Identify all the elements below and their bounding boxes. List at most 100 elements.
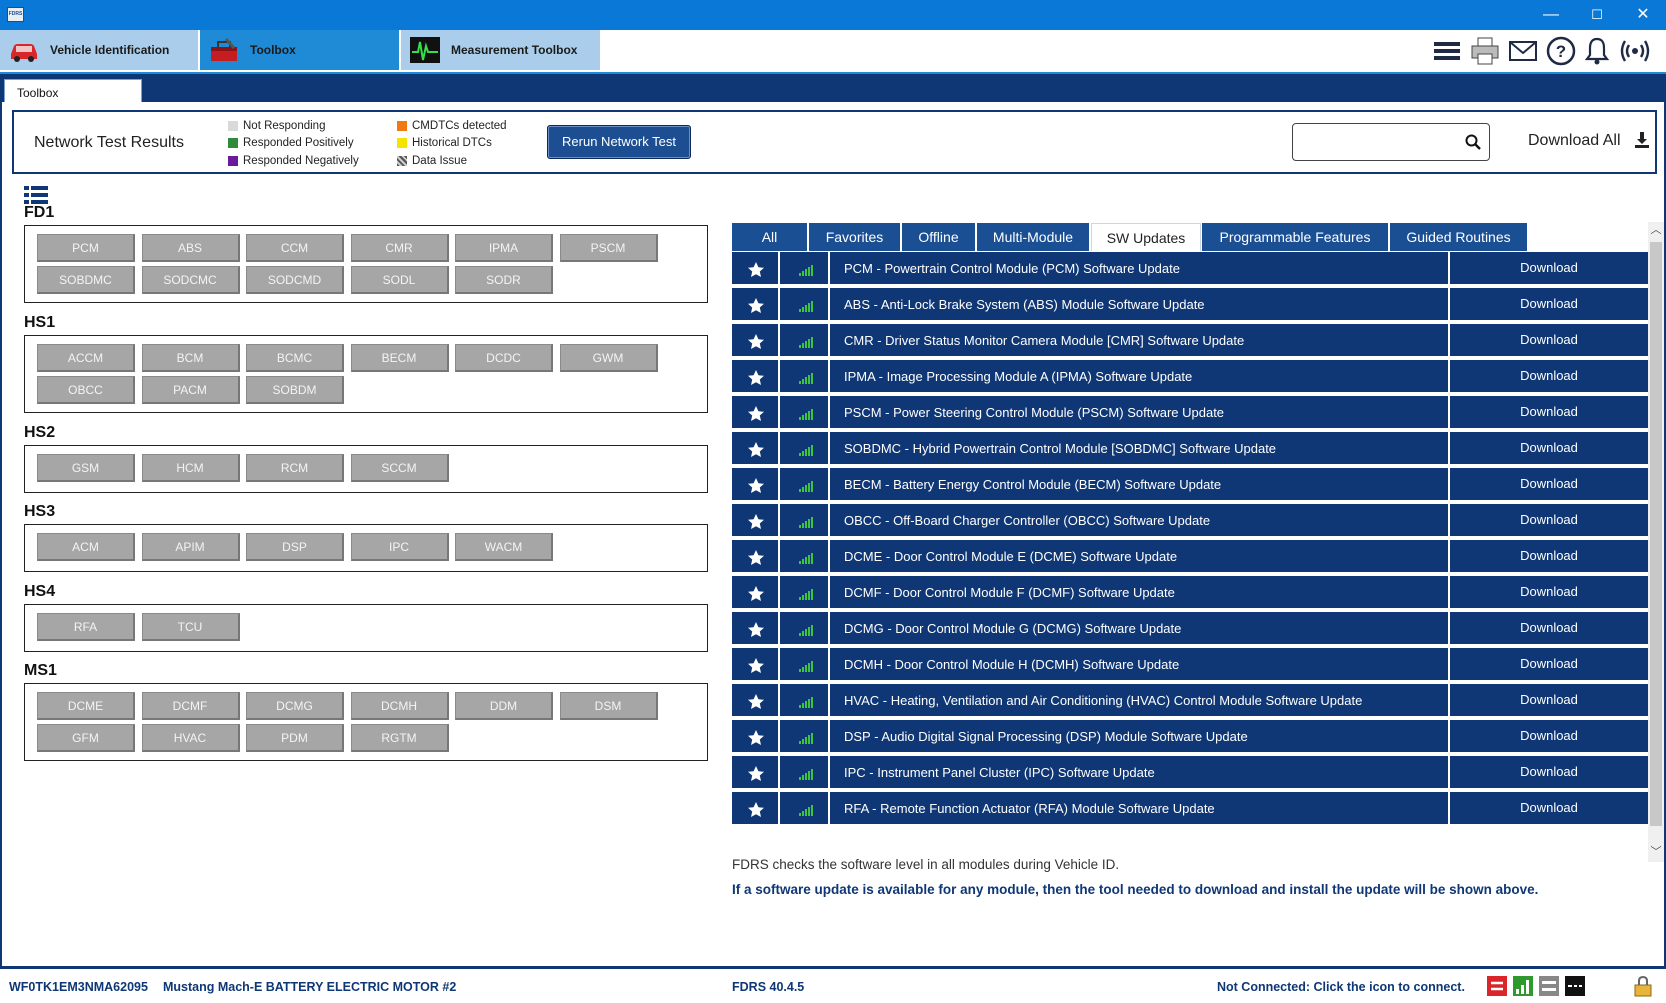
favorite-star-icon[interactable] (732, 288, 780, 322)
module-button-abs[interactable]: ABS (141, 234, 240, 262)
download-icon[interactable] (1634, 131, 1650, 149)
tab-toolbox-inner[interactable]: Toolbox (4, 79, 142, 104)
maximize-button[interactable]: ☐ (1574, 0, 1620, 30)
module-button-dcmg[interactable]: DCMG (246, 692, 344, 720)
module-button-dsm[interactable]: DSM (559, 692, 658, 720)
download-button[interactable]: Download (1448, 792, 1648, 826)
search-icon[interactable] (1465, 134, 1481, 150)
print-icon[interactable] (1470, 36, 1500, 66)
tab-offline[interactable]: Offline (902, 223, 976, 251)
module-button-ccm[interactable]: CCM (246, 234, 344, 262)
download-button[interactable]: Download (1448, 432, 1648, 466)
module-button-sodl[interactable]: SODL (350, 266, 449, 294)
favorite-star-icon[interactable] (732, 360, 780, 394)
mail-icon[interactable] (1508, 36, 1538, 66)
module-button-rfa[interactable]: RFA (37, 613, 135, 641)
module-button-ipc[interactable]: IPC (350, 533, 449, 561)
vci-disconnected-icon[interactable] (1486, 975, 1508, 997)
download-button[interactable]: Download (1448, 720, 1648, 754)
list-view-icon[interactable] (24, 185, 48, 205)
module-button-accm[interactable]: ACCM (37, 344, 135, 372)
download-button[interactable]: Download (1448, 288, 1648, 322)
module-button-sodcmc[interactable]: SODCMC (141, 266, 240, 294)
module-button-gwm[interactable]: GWM (559, 344, 658, 372)
favorite-star-icon[interactable] (732, 648, 780, 682)
module-button-hvac[interactable]: HVAC (141, 724, 240, 752)
module-button-sodcmd[interactable]: SODCMD (246, 266, 344, 294)
tab-vehicle-identification[interactable]: Vehicle Identification (0, 30, 199, 70)
download-button[interactable]: Download (1448, 540, 1648, 574)
download-button[interactable]: Download (1448, 468, 1648, 502)
favorite-star-icon[interactable] (732, 468, 780, 502)
module-button-acm[interactable]: ACM (37, 533, 135, 561)
module-button-bcm[interactable]: BCM (141, 344, 240, 372)
download-button[interactable]: Download (1448, 396, 1648, 430)
download-button[interactable]: Download (1448, 252, 1648, 286)
favorite-star-icon[interactable] (732, 324, 780, 358)
favorite-star-icon[interactable] (732, 432, 780, 466)
tab-toolbox[interactable]: Toolbox (200, 30, 400, 70)
scroll-up-icon[interactable]: ︿ (1648, 222, 1664, 238)
favorite-star-icon[interactable] (732, 504, 780, 538)
module-button-tcu[interactable]: TCU (141, 613, 240, 641)
tab-favorites[interactable]: Favorites (809, 223, 901, 251)
module-button-gsm[interactable]: GSM (37, 454, 135, 482)
scroll-thumb[interactable] (1650, 242, 1662, 826)
module-button-wacm[interactable]: WACM (455, 533, 553, 561)
module-button-dcmh[interactable]: DCMH (350, 692, 449, 720)
tab-programmable-features[interactable]: Programmable Features (1202, 223, 1389, 251)
module-button-ipma[interactable]: IPMA (455, 234, 553, 262)
module-button-apim[interactable]: APIM (141, 533, 240, 561)
download-all-button[interactable]: Download All (1528, 132, 1621, 150)
favorite-star-icon[interactable] (732, 612, 780, 646)
tab-guided-routines[interactable]: Guided Routines (1390, 223, 1528, 251)
search-input[interactable] (1292, 123, 1490, 161)
favorite-star-icon[interactable] (732, 720, 780, 754)
connection-type-icon[interactable] (1564, 975, 1586, 997)
module-button-dcdc[interactable]: DCDC (455, 344, 553, 372)
favorite-star-icon[interactable] (732, 792, 780, 826)
tab-sw-updates[interactable]: SW Updates (1091, 223, 1201, 251)
module-button-gfm[interactable]: GFM (37, 724, 135, 752)
favorite-star-icon[interactable] (732, 684, 780, 718)
module-button-becm[interactable]: BECM (350, 344, 449, 372)
download-button[interactable]: Download (1448, 684, 1648, 718)
module-button-sobdm[interactable]: SOBDM (246, 376, 344, 404)
favorite-star-icon[interactable] (732, 396, 780, 430)
tab-measurement-toolbox[interactable]: Measurement Toolbox (401, 30, 601, 70)
scrollbar[interactable]: ︿ ﹀ (1648, 222, 1664, 862)
module-button-ddm[interactable]: DDM (455, 692, 553, 720)
lock-icon[interactable] (1632, 975, 1654, 997)
menu-icon[interactable] (1432, 36, 1462, 66)
wireless-icon[interactable] (1620, 36, 1650, 66)
module-button-hcm[interactable]: HCM (141, 454, 240, 482)
module-button-dcmf[interactable]: DCMF (141, 692, 240, 720)
module-button-pacm[interactable]: PACM (141, 376, 240, 404)
download-button[interactable]: Download (1448, 612, 1648, 646)
tab-all[interactable]: All (732, 223, 808, 251)
download-button[interactable]: Download (1448, 360, 1648, 394)
favorite-star-icon[interactable] (732, 576, 780, 610)
download-button[interactable]: Download (1448, 576, 1648, 610)
module-button-pdm[interactable]: PDM (246, 724, 344, 752)
module-button-bcmc[interactable]: BCMC (246, 344, 344, 372)
download-button[interactable]: Download (1448, 324, 1648, 358)
download-button[interactable]: Download (1448, 756, 1648, 790)
module-button-dsp[interactable]: DSP (246, 533, 344, 561)
module-button-pcm[interactable]: PCM (37, 234, 135, 262)
module-button-rcm[interactable]: RCM (246, 454, 344, 482)
close-button[interactable]: ✕ (1620, 0, 1666, 30)
device-icon[interactable] (1538, 975, 1560, 997)
scroll-down-icon[interactable]: ﹀ (1648, 844, 1664, 860)
module-button-rgtm[interactable]: RGTM (350, 724, 449, 752)
favorite-star-icon[interactable] (732, 540, 780, 574)
module-button-sodr[interactable]: SODR (455, 266, 553, 294)
tab-multi-module[interactable]: Multi-Module (977, 223, 1090, 251)
download-button[interactable]: Download (1448, 504, 1648, 538)
minimize-button[interactable]: — (1528, 0, 1574, 30)
bell-icon[interactable] (1582, 36, 1612, 66)
module-button-dcme[interactable]: DCME (37, 692, 135, 720)
module-button-pscm[interactable]: PSCM (559, 234, 658, 262)
rerun-network-test-button[interactable]: Rerun Network Test (547, 125, 691, 159)
module-button-sccm[interactable]: SCCM (350, 454, 449, 482)
